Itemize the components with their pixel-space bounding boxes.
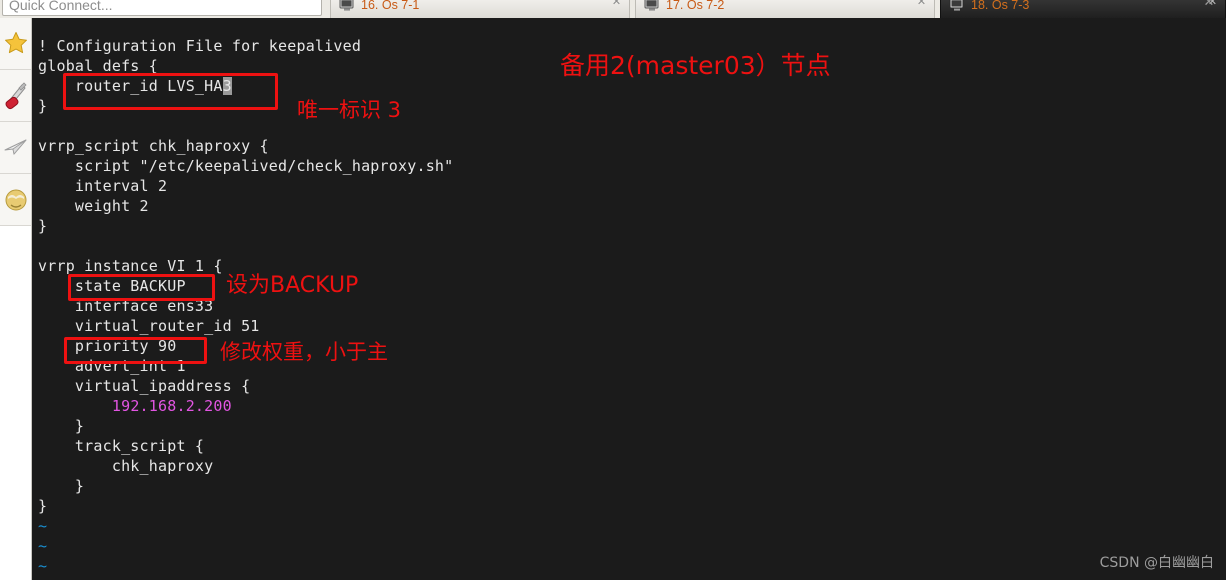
code-line: vrrp_script chk_haproxy { [38, 137, 269, 155]
vim-empty-line-marker: ~ [38, 517, 48, 535]
swiss-army-knife-icon [5, 82, 27, 110]
code-line: vrrp_instance VI_1 { [38, 257, 223, 275]
virtual-ip-value: 192.168.2.200 [111, 397, 232, 415]
tab-close-icon[interactable]: ✕ [916, 0, 927, 8]
code-line: interface ens33 [38, 297, 214, 315]
text-cursor: 3 [222, 77, 232, 95]
code-line: virtual_ipaddress { [38, 377, 251, 395]
sidebar-item-favorites[interactable] [0, 18, 31, 70]
code-line: global_defs { [38, 57, 158, 75]
tab-os-7-2[interactable]: 17. Os 7-2 ✕ [635, 0, 935, 18]
terminal-pane[interactable]: ! Configuration File for keepalived glob… [33, 18, 1226, 580]
code-line: chk_haproxy [38, 457, 214, 475]
star-icon [5, 32, 27, 54]
remote-terminal-window: Quick Connect... 16. Os 7-1 ✕ 17. Os 7-2… [0, 0, 1226, 580]
paper-plane-icon [4, 139, 27, 155]
code-line: } [38, 217, 48, 235]
annotation-state: 设为BACKUP [226, 273, 359, 298]
annotation-router-id: 唯一标识 3 [297, 98, 402, 122]
code-line: priority 90 [38, 337, 177, 355]
left-icon-sidebar [0, 18, 32, 580]
code-line: router_id LVS_HA [38, 77, 223, 95]
monitor-icon [339, 0, 354, 11]
window-titlebar: Quick Connect... 16. Os 7-1 ✕ 17. Os 7-2… [0, 0, 1226, 18]
code-line: advert_int 1 [38, 357, 186, 375]
session-tab-strip: 16. Os 7-1 ✕ 17. Os 7-2 ✕ 18. Os 7-3 ✕ [330, 0, 1226, 18]
code-line: state BACKUP [38, 277, 186, 295]
code-line: } [38, 97, 48, 115]
code-line: } [38, 477, 85, 495]
code-line: track_script { [38, 437, 205, 455]
monitor-icon [949, 0, 964, 11]
tab-os-7-3[interactable]: 18. Os 7-3 ✕ [940, 0, 1226, 18]
sidebar-item-profile[interactable] [0, 174, 31, 226]
sidebar-empty-area [0, 226, 31, 580]
sidebar-item-send[interactable] [0, 122, 31, 174]
vim-empty-line-marker: ~ [38, 557, 48, 575]
code-line: } [38, 497, 48, 515]
code-line: script "/etc/keepalived/check_haproxy.sh… [38, 157, 454, 175]
tab-os-7-1[interactable]: 16. Os 7-1 ✕ [330, 0, 630, 18]
tab-label: 16. Os 7-1 [361, 0, 420, 12]
monitor-icon [644, 0, 659, 11]
smiley-face-icon [5, 189, 27, 211]
quick-connect-input[interactable]: Quick Connect... [2, 0, 322, 16]
vim-empty-line-marker: ~ [38, 537, 48, 555]
sidebar-item-tools[interactable] [0, 70, 31, 122]
code-line: virtual_router_id 51 [38, 317, 260, 335]
annotation-priority: 修改权重，小于主 [220, 340, 388, 364]
csdn-watermark: CSDN @白幽幽白 [1099, 555, 1214, 571]
tab-close-icon[interactable]: ✕ [611, 0, 622, 8]
window-close-button[interactable]: ✕ [1200, 0, 1218, 10]
code-line: interval 2 [38, 177, 168, 195]
code-line: ! Configuration File for keepalived [38, 37, 362, 55]
tab-label: 17. Os 7-2 [666, 0, 725, 12]
annotation-node-role: 备用2(master03）节点 [560, 51, 831, 80]
code-line: weight 2 [38, 197, 149, 215]
code-line: } [38, 417, 85, 435]
tab-label: 18. Os 7-3 [971, 0, 1030, 12]
